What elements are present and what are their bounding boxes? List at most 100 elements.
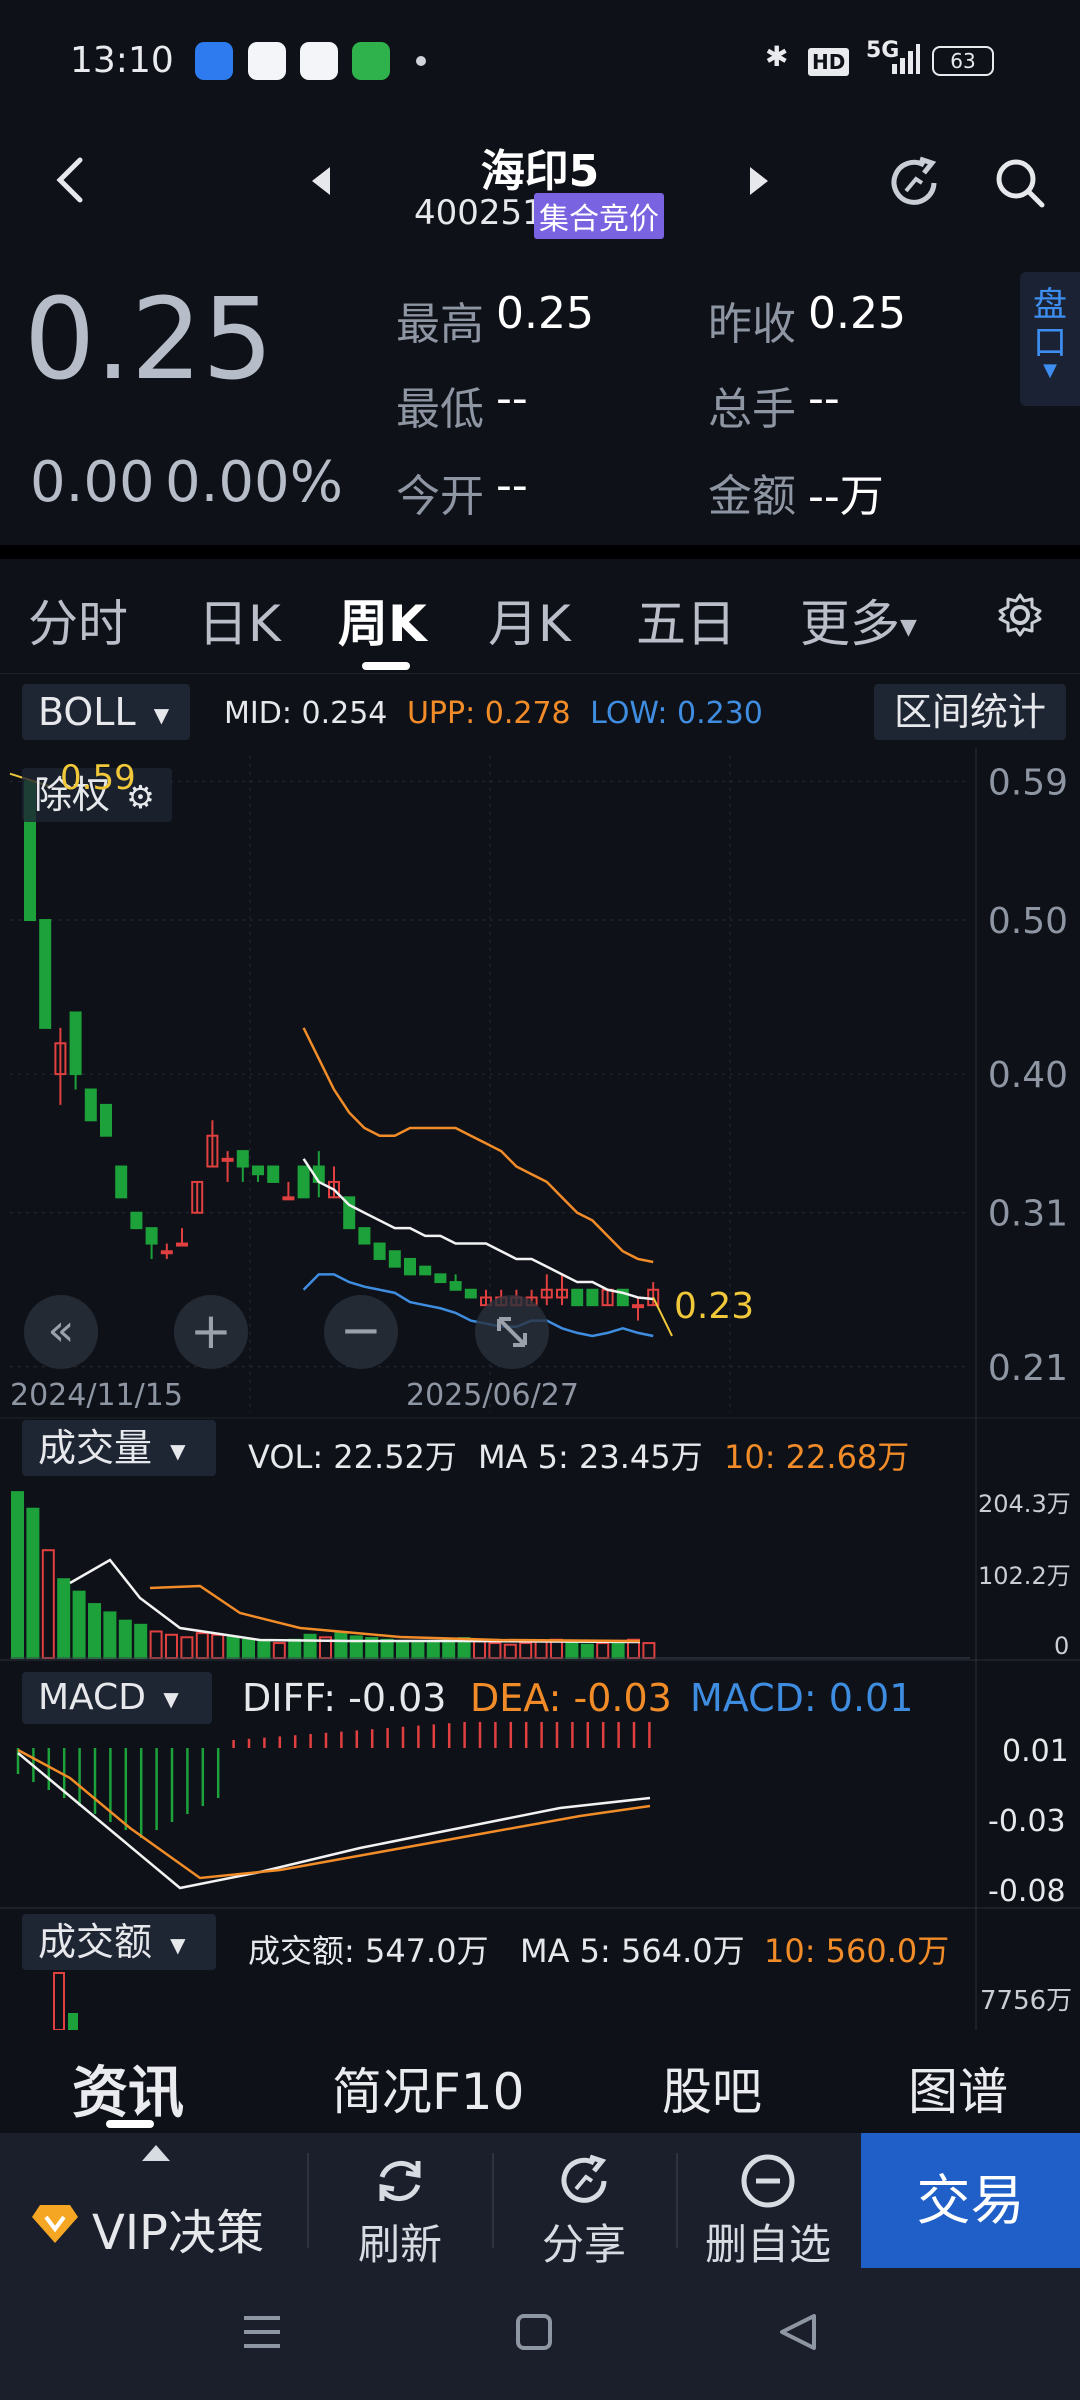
volume-ma5: MA 5: 23.45万 [478,1438,703,1476]
candle-body [297,1165,310,1199]
caret-down-icon: ▼ [900,615,917,640]
volume-bar [380,1638,394,1660]
current-price: 0.25 [24,275,274,405]
expand-icon[interactable] [475,1295,549,1369]
macd-indicator-select[interactable]: MACD ▼ [22,1672,212,1724]
candle-body [388,1250,401,1268]
battery-icon: 63 [932,46,994,76]
volume-bar [118,1619,132,1659]
home-nav-icon[interactable] [514,2312,554,2356]
macd-tick-mid: -0.03 [988,1804,1066,1839]
candle-body [100,1103,112,1137]
amount-indicator-select[interactable]: 成交额 ▼ [22,1914,216,1970]
macd-value: MACD: 0.01 [690,1676,914,1720]
gear-icon[interactable] [996,591,1044,643]
vip-decision-label: VIP决策 [92,2205,264,2261]
refresh-button[interactable]: 刷新 [310,2133,490,2269]
divider [0,545,1080,559]
share-icon [561,2154,607,2203]
volume-bar [411,1642,425,1660]
active-tab-indicator [362,662,410,670]
volume-bar [72,1590,86,1659]
remove-watchlist-button[interactable]: 删自选 [678,2133,858,2269]
volume-bar [565,1642,579,1660]
amount-tick-high: 7756万 [980,1986,1073,2016]
amount-ma10: 10: 560.0万 [764,1932,950,1970]
share-button[interactable]: 分享 [494,2133,674,2269]
quote-panel: 0.25 0.00 0.00% 最高 0.25 昨收 0.25 最低 -- 总手… [0,260,1080,540]
trade-button[interactable]: 交易 [861,2133,1080,2268]
indicator-select[interactable]: BOLL ▼ [22,684,190,740]
active-info-tab-indicator [106,2120,154,2128]
caret-down-icon: ▼ [170,1932,186,1957]
y-tick-label: 0.21 [988,1348,1068,1389]
low-label: 最低 [396,384,484,435]
high-value: 0.25 [496,288,594,339]
amount-indicator-name: 成交额 [38,1920,153,1964]
boll-upp: 0.278 [484,696,571,731]
order-book-button[interactable]: 盘口 ▼ [1020,272,1080,406]
boll-low-label: LOW: [590,696,668,731]
remove-watchlist-label: 删自选 [704,2220,831,2269]
menu-nav-icon[interactable] [240,2312,284,2356]
next-stock-button[interactable] [748,165,772,201]
refresh-chart-icon[interactable] [884,153,944,217]
prev-close-label: 昨收 [708,299,796,350]
candle-body [358,1227,371,1245]
tab-weekly[interactable]: 周K [338,584,427,656]
tab-forum[interactable]: 股吧 [662,2052,762,2124]
candle-body [282,1196,295,1201]
tab-atlas[interactable]: 图谱 [908,2052,1008,2124]
back-button[interactable] [50,150,100,210]
open-value: -- [496,460,528,511]
tab-five-day[interactable]: 五日 [636,584,736,656]
search-icon[interactable] [990,153,1050,217]
amount-label: 金额 [708,471,796,522]
y-tick-label: 0.59 [988,762,1068,803]
scroll-left-button[interactable]: « [24,1295,98,1369]
tab-more-label: 更多 [800,595,900,653]
candle-body [419,1265,432,1276]
low-value: -- [496,373,528,424]
volume-bar [596,1642,610,1660]
range-stats-button[interactable]: 区间统计 [874,684,1066,740]
open-label: 今开 [396,471,484,522]
candle-body [434,1273,447,1284]
tab-daily[interactable]: 日K [198,584,281,656]
indicator-bar: BOLL ▼ MID: 0.254 UPP: 0.278 LOW: 0.230 … [0,674,1080,749]
zoom-in-button[interactable]: + [174,1295,248,1369]
candle-body [586,1288,599,1307]
tab-intraday[interactable]: 分时 [28,584,128,656]
tab-f10[interactable]: 简况F10 [332,2052,524,2124]
prev-stock-button[interactable] [308,165,332,201]
volume-ma5-line [69,1558,641,1644]
volume-bar [257,1640,271,1659]
volume-bar [334,1632,348,1659]
kline-chart-area[interactable]: 0.59 0.50 0.40 0.31 0.21 除权 ⚙ 0.59 0.23 2024… [0,748,1080,2030]
volume-indicator-select[interactable]: 成交量 ▼ [22,1420,216,1476]
candle-body [176,1242,188,1247]
volume-tick-high: 204.3万 [978,1490,1071,1518]
caret-down-icon: ▼ [170,1438,186,1463]
vip-decision-button[interactable]: VIP决策 [0,2133,305,2268]
tab-monthly[interactable]: 月K [488,584,571,656]
tab-news[interactable]: 资讯 [72,2048,184,2129]
candle-body [160,1250,173,1255]
indicator-name: BOLL [38,690,136,734]
volume-label: 总手 [708,384,796,435]
back-nav-icon[interactable] [776,2310,820,2358]
zoom-out-button[interactable]: − [324,1295,398,1369]
volume-bar [149,1630,163,1660]
volume-bar [57,1578,71,1659]
price-change-pct: 0.00% [165,450,343,515]
candle-body [221,1157,234,1162]
stock-header: 海印5 400251 集合竞价 [0,125,1080,240]
bluetooth-icon: ✱ [765,40,789,73]
macd-dea: DEA: -0.03 [470,1676,672,1720]
candle-body [632,1304,644,1309]
volume-bar [226,1636,240,1660]
tab-more[interactable]: 更多▼ [800,584,917,656]
volume-bar [580,1643,594,1659]
high-label: 最高 [396,299,484,350]
y-tick-label: 0.31 [988,1194,1068,1235]
